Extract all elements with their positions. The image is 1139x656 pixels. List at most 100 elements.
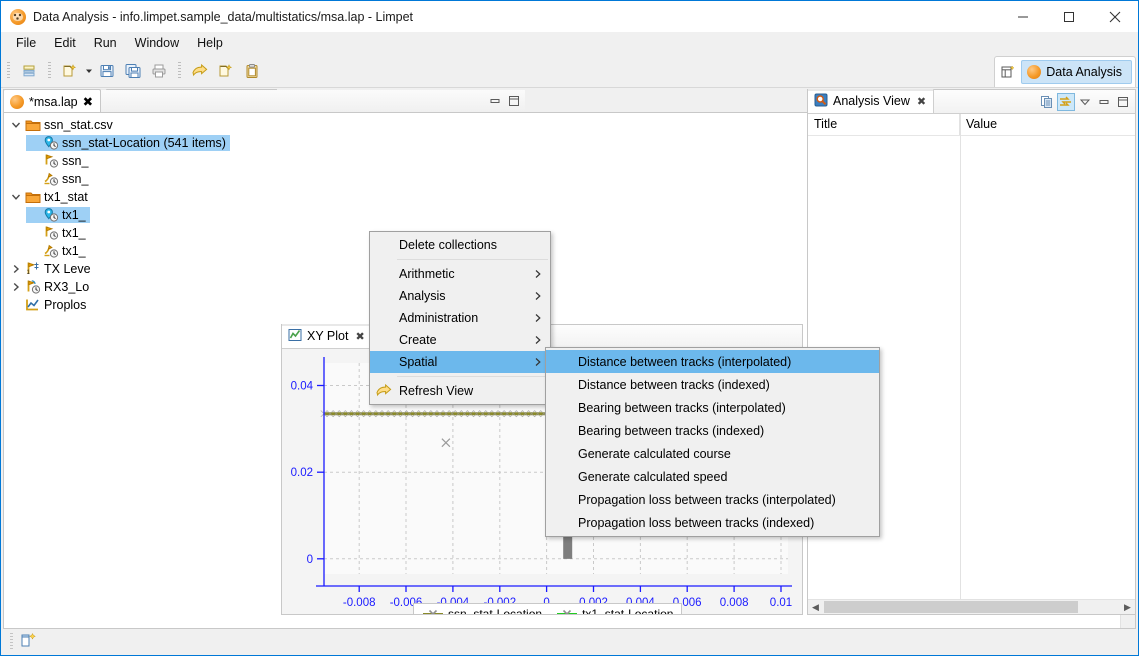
- twisty-expanded-icon[interactable]: [8, 192, 24, 202]
- new-file-icon[interactable]: [214, 59, 238, 83]
- submenu-item[interactable]: Generate calculated speed: [546, 465, 879, 488]
- menu-file[interactable]: File: [7, 33, 45, 54]
- close-icon[interactable]: ✖: [83, 94, 93, 109]
- editor-tab-label: *msa.lap: [29, 94, 78, 109]
- submenu-item[interactable]: Propagation loss between tracks (indexed…: [546, 511, 879, 534]
- svg-text:0: 0: [307, 554, 313, 566]
- scroll-left-arrow[interactable]: ◀: [808, 600, 823, 614]
- minimize-icon[interactable]: [1095, 93, 1113, 111]
- window-title: Data Analysis - info.limpet.sample_data/…: [33, 9, 414, 24]
- tab-msa-lap[interactable]: *msa.lap ✖: [3, 89, 102, 113]
- link-with-selection-icon[interactable]: [1057, 93, 1075, 111]
- print-icon[interactable]: [147, 59, 171, 83]
- context-menu-item[interactable]: Create: [370, 329, 550, 351]
- column-header-value[interactable]: Value: [960, 114, 997, 135]
- legend-label-0: ssn_stat-Location: [448, 607, 543, 614]
- close-button[interactable]: [1092, 1, 1138, 32]
- submenu-item[interactable]: Distance between tracks (indexed): [546, 373, 879, 396]
- submenu-item[interactable]: Distance between tracks (interpolated): [546, 350, 879, 373]
- toolbar-grip-2[interactable]: [48, 61, 51, 80]
- menu-item-label: Refresh View: [399, 384, 474, 398]
- run-icon[interactable]: [188, 59, 212, 83]
- menu-item-label: Administration: [399, 311, 479, 325]
- context-menu-item[interactable]: Spatial: [370, 351, 550, 373]
- legend-item-0[interactable]: ssn_stat-Location: [422, 607, 542, 614]
- legend-item-1[interactable]: tx1_stat-Location: [556, 607, 673, 614]
- submenu-item[interactable]: Generate calculated course: [546, 442, 879, 465]
- perspective-tab-data-analysis[interactable]: Data Analysis: [1021, 60, 1132, 84]
- context-menu-item[interactable]: Arithmetic: [370, 263, 550, 285]
- maximize-button[interactable]: [1046, 1, 1092, 32]
- submenu-item[interactable]: Bearing between tracks (indexed): [546, 419, 879, 442]
- window-controls: [1000, 1, 1138, 32]
- close-icon[interactable]: ✖: [917, 95, 926, 108]
- svg-text:0.008: 0.008: [720, 597, 749, 609]
- editor-item-content: tx1_stat: [8, 189, 92, 205]
- column-header-title[interactable]: Title: [808, 114, 960, 135]
- properties-toggle-icon[interactable]: [17, 59, 41, 83]
- location-icon: [42, 135, 60, 151]
- submenu-item-label: Generate calculated course: [578, 446, 731, 461]
- workbench: Navigator ✖: [3, 89, 1136, 629]
- tab-xy-plot[interactable]: XY Plot ✖: [282, 324, 373, 348]
- context-submenu-spatial[interactable]: Distance between tracks (interpolated) Di…: [545, 347, 880, 537]
- toolbar-grip-3[interactable]: [178, 61, 181, 80]
- menu-window[interactable]: Window: [126, 33, 188, 54]
- menu-item-label: Spatial: [399, 355, 438, 369]
- svg-text:0.02: 0.02: [291, 467, 313, 479]
- editor-item-content: ssn_: [26, 153, 92, 169]
- scroll-thumb[interactable]: [824, 601, 1078, 613]
- limpet-app-icon: [10, 8, 26, 25]
- editor-item-content: tx1_: [26, 207, 90, 223]
- submenu-item-label: Propagation loss between tracks (indexed…: [578, 515, 815, 530]
- editor-tab-filler: [101, 90, 525, 113]
- submenu-item-label: Propagation loss between tracks (interpo…: [578, 492, 836, 507]
- view-menu-icon[interactable]: [1076, 93, 1094, 111]
- minimize-icon[interactable]: [489, 95, 501, 110]
- tab-analysis-view[interactable]: Analysis View ✖: [808, 89, 935, 113]
- context-menu-item[interactable]: Refresh View: [370, 380, 550, 402]
- new-wizard-icon[interactable]: [58, 59, 82, 83]
- submenu-item-label: Bearing between tracks (indexed): [578, 423, 765, 438]
- menu-bar: File Edit Run Window Help: [1, 32, 1138, 54]
- menu-help[interactable]: Help: [188, 33, 232, 54]
- minimize-button[interactable]: [1000, 1, 1046, 32]
- maximize-icon[interactable]: [1114, 93, 1132, 111]
- menu-edit[interactable]: Edit: [45, 33, 85, 54]
- legend-label-1: tx1_stat-Location: [582, 607, 674, 614]
- menu-run[interactable]: Run: [85, 33, 126, 54]
- bearing-icon: [42, 225, 60, 241]
- copy-icon[interactable]: [1038, 93, 1056, 111]
- editor-item-label: RX3_Lo: [44, 280, 90, 294]
- xyplot-tab-label: XY Plot: [307, 329, 349, 343]
- legend-marker-icon: [423, 609, 443, 614]
- context-menu-item[interactable]: Delete collections: [370, 234, 550, 256]
- context-menu-item[interactable]: Analysis: [370, 285, 550, 307]
- submenu-item[interactable]: Bearing between tracks (interpolated): [546, 396, 879, 419]
- folder-orange-icon: [24, 117, 42, 133]
- editor-minmax: [489, 95, 520, 110]
- new-dropdown-arrow[interactable]: [83, 67, 94, 75]
- submenu-item-label: Distance between tracks (interpolated): [578, 354, 792, 369]
- perspective-label: Data Analysis: [1046, 65, 1122, 79]
- save-icon[interactable]: [95, 59, 119, 83]
- submenu-item[interactable]: Propagation loss between tracks (interpo…: [546, 488, 879, 511]
- scroll-right-arrow[interactable]: ▶: [1120, 600, 1135, 614]
- twisty-collapsed-icon[interactable]: [8, 282, 24, 292]
- submenu-arrow-icon: [534, 307, 542, 329]
- context-menu-item[interactable]: Administration: [370, 307, 550, 329]
- open-perspective-icon[interactable]: [995, 57, 1021, 87]
- editor-item-content: 1 TX Leve: [8, 261, 95, 277]
- context-menu[interactable]: Delete collections Arithmetic Analysis Admi…: [369, 231, 551, 405]
- save-all-icon[interactable]: [121, 59, 145, 83]
- close-icon[interactable]: ✖: [355, 330, 364, 343]
- toolbar-grip[interactable]: [7, 61, 10, 80]
- speed-icon: [42, 243, 60, 259]
- paste-icon[interactable]: [240, 59, 264, 83]
- twisty-expanded-icon[interactable]: [8, 120, 24, 130]
- layout-icon[interactable]: [20, 632, 38, 651]
- maximize-icon[interactable]: [508, 95, 520, 110]
- editor-item-content: RX3_Lo: [8, 279, 93, 295]
- analysis-hscrollbar[interactable]: ◀ ▶: [808, 599, 1135, 614]
- twisty-collapsed-icon[interactable]: [8, 264, 24, 274]
